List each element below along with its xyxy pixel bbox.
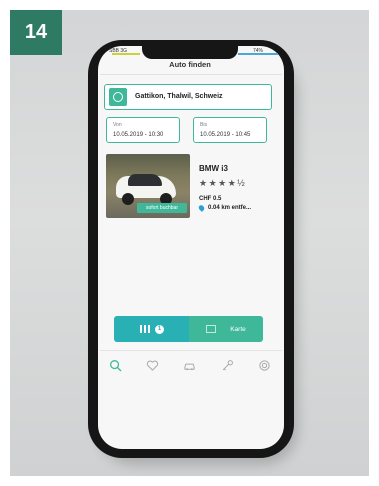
profile-icon [258, 359, 270, 371]
car-icon [183, 363, 195, 370]
date-from-label: Von [113, 122, 122, 128]
car-wheel [122, 193, 134, 205]
location-pin-icon [197, 204, 206, 212]
date-from-field[interactable]: Von 10.05.2019 - 10:30 [106, 117, 180, 143]
filter-sliders-icon [139, 325, 151, 333]
tabbar-divider [100, 350, 282, 351]
tab-search[interactable] [108, 358, 122, 372]
map-icon [206, 325, 217, 333]
key-icon [222, 359, 233, 371]
bookable-badge: sofort buchbar [137, 203, 187, 213]
car-distance: 0.04 km entfe... [208, 205, 252, 211]
page-title: Auto finden [169, 60, 211, 69]
tab-keys[interactable] [220, 358, 234, 372]
step-badge: 14 [10, 10, 62, 55]
header-divider [100, 74, 282, 75]
map-button-label: Karte [230, 325, 246, 333]
filter-count-badge: 1 [155, 324, 164, 334]
heart-icon [146, 360, 158, 371]
status-indicator-right [238, 53, 278, 55]
locate-icon [113, 92, 123, 102]
phone-notch [142, 46, 238, 59]
location-value: Gattikon, Thalwil, Schweiz [135, 93, 223, 100]
filter-button[interactable]: 1 [114, 316, 189, 342]
location-button[interactable] [109, 88, 127, 106]
car-window [128, 174, 162, 186]
map-button[interactable]: Karte [189, 316, 263, 342]
action-bar: 1 Karte [114, 316, 263, 342]
car-price: CHF 0.5 [199, 196, 222, 202]
tab-favorites[interactable] [145, 358, 159, 372]
tab-bookings[interactable] [182, 358, 196, 372]
car-name: BMW i3 [199, 164, 228, 173]
tab-profile[interactable] [257, 358, 271, 372]
car-rating: ★★★★½ [199, 178, 247, 188]
date-from-value: 10.05.2019 - 10:30 [113, 132, 164, 138]
date-to-value: 10.05.2019 - 10:45 [200, 132, 251, 138]
search-icon [109, 359, 121, 371]
date-to-field[interactable]: Bis 10.05.2019 - 10:45 [193, 117, 267, 143]
date-to-label: Bis [200, 122, 207, 128]
status-indicator-left [112, 53, 140, 55]
car-distance-row: 0.04 km entfe... [197, 204, 252, 212]
